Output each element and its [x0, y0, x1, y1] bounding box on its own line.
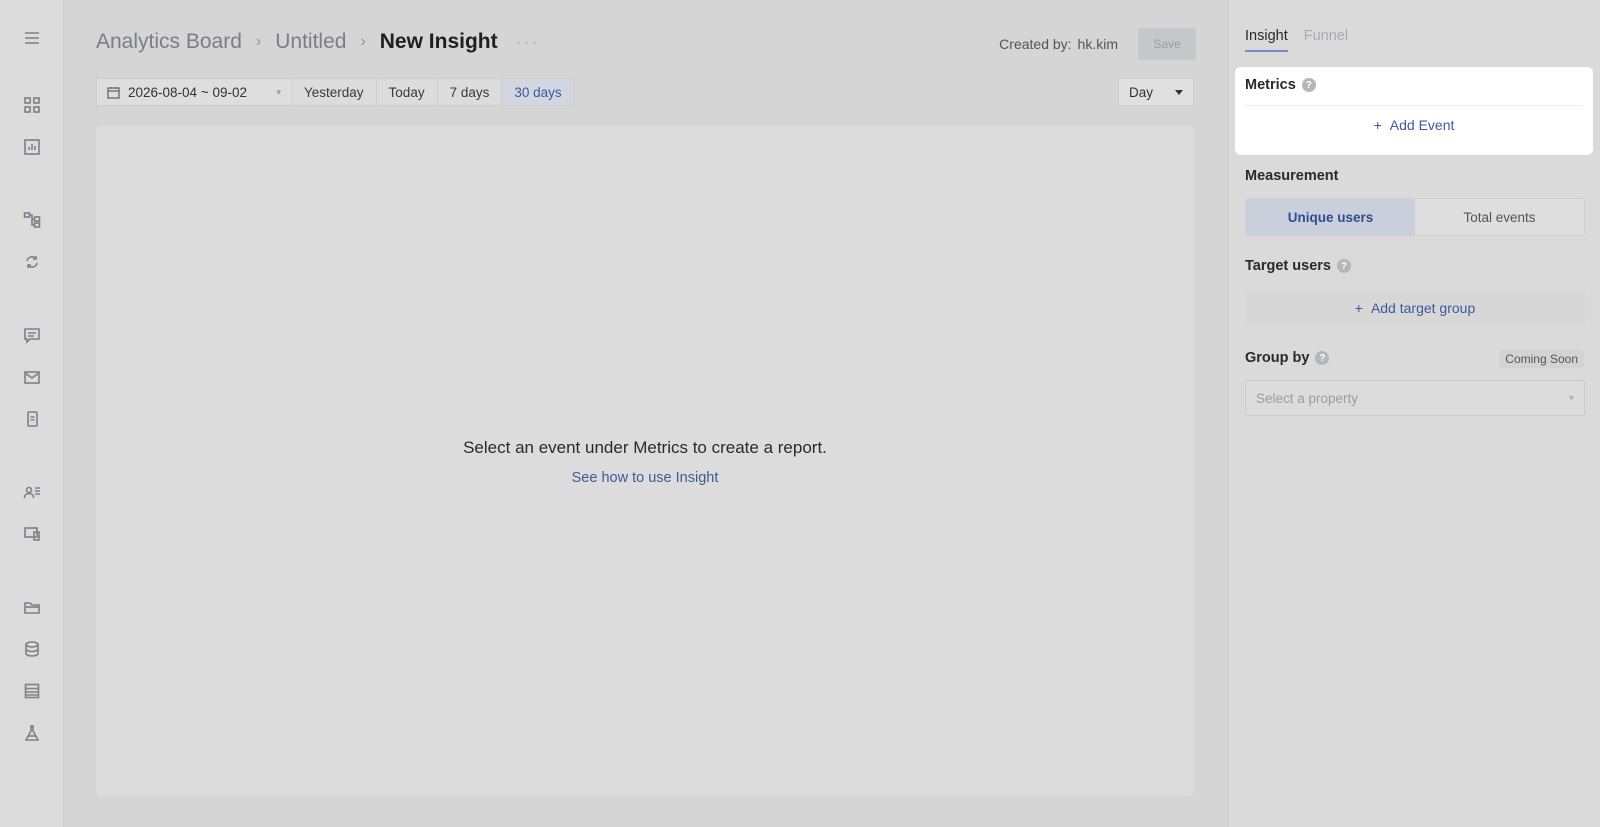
- target-users-title: Target users ?: [1245, 258, 1351, 274]
- total-events-option[interactable]: Total events: [1415, 199, 1584, 235]
- help-link[interactable]: See how to use Insight: [96, 470, 1194, 486]
- device-icon[interactable]: [20, 522, 44, 546]
- select-property-placeholder: Select a property: [1256, 390, 1359, 406]
- dashboard-icon[interactable]: [20, 93, 44, 117]
- report-canvas: Select an event under Metrics to create …: [96, 126, 1194, 796]
- main-area: Analytics Board › Untitled › New Insight…: [64, 0, 1228, 827]
- mail-icon[interactable]: [20, 365, 44, 389]
- table-icon[interactable]: [20, 679, 44, 703]
- granularity-select[interactable]: Day: [1118, 78, 1194, 106]
- icon-rail: [0, 0, 64, 827]
- save-button[interactable]: Save: [1138, 28, 1196, 60]
- metrics-title: Metrics ?: [1245, 77, 1316, 93]
- date-range-picker[interactable]: 2026-08-04 ~ 09-02 ▾: [96, 78, 292, 106]
- help-icon[interactable]: ?: [1336, 259, 1351, 273]
- created-by-user: hk.kim: [1077, 36, 1118, 52]
- tab-funnel[interactable]: Funnel: [1304, 28, 1348, 52]
- plus-icon: +: [1373, 117, 1382, 133]
- measurement-toggle: Unique users Total events: [1245, 198, 1585, 236]
- settings-panel: Insight Funnel Metrics ? + Add Event Meas…: [1228, 0, 1600, 827]
- message-icon[interactable]: [20, 323, 44, 347]
- chevron-right-icon: ›: [360, 33, 366, 50]
- empty-state-message: Select an event under Metrics to create …: [463, 438, 827, 457]
- target-users-title-text: Target users: [1245, 258, 1331, 274]
- created-by-label: Created by:: [999, 36, 1072, 52]
- help-icon[interactable]: ?: [1315, 351, 1330, 365]
- add-target-group-label: Add target group: [1370, 300, 1476, 316]
- page-title[interactable]: New Insight: [380, 30, 498, 54]
- granularity-value: Day: [1129, 84, 1154, 100]
- date-toolbar: 2026-08-04 ~ 09-02 ▾ Yesterday Today 7 d…: [96, 78, 575, 106]
- quick-7days-button[interactable]: 7 days: [437, 78, 503, 106]
- quick-today-button[interactable]: Today: [376, 78, 438, 106]
- help-icon[interactable]: ?: [1301, 78, 1316, 92]
- flask-icon[interactable]: [20, 721, 44, 745]
- panel-tabs: Insight Funnel: [1245, 28, 1348, 52]
- breadcrumb: Analytics Board › Untitled › New Insight…: [96, 30, 540, 54]
- breadcrumb-analytics-board[interactable]: Analytics Board: [96, 30, 242, 54]
- caret-down-icon: ▾: [1568, 392, 1574, 404]
- tab-insight[interactable]: Insight: [1245, 28, 1288, 52]
- refresh-icon[interactable]: [20, 250, 44, 274]
- caret-down-icon: ▾: [276, 86, 281, 97]
- quick-yesterday-button[interactable]: Yesterday: [292, 78, 377, 106]
- user-list-icon[interactable]: [20, 480, 44, 504]
- chevron-right-icon: ›: [255, 33, 262, 50]
- breadcrumb-untitled[interactable]: Untitled: [275, 30, 346, 54]
- add-event-button[interactable]: + Add Event: [1235, 117, 1593, 133]
- metrics-card: Metrics ? + Add Event: [1235, 67, 1593, 155]
- coming-soon-badge: Coming Soon: [1499, 350, 1584, 368]
- quick-30days-button[interactable]: 30 days: [502, 78, 575, 106]
- created-by: Created by: hk.kim: [999, 36, 1118, 52]
- measurement-title: Measurement: [1245, 168, 1339, 184]
- group-by-title: Group by ?: [1245, 350, 1330, 366]
- mobile-icon[interactable]: [20, 407, 44, 431]
- plus-icon: +: [1354, 300, 1363, 316]
- add-target-group-button[interactable]: + Add target group: [1245, 290, 1585, 326]
- calendar-icon: [107, 86, 120, 99]
- add-event-label: Add Event: [1389, 117, 1455, 133]
- more-icon[interactable]: ···: [516, 32, 540, 53]
- metrics-title-text: Metrics: [1245, 77, 1296, 93]
- database-icon[interactable]: [20, 637, 44, 661]
- unique-users-option[interactable]: Unique users: [1246, 199, 1415, 235]
- chart-icon[interactable]: [20, 135, 44, 159]
- caret-down-icon: [1175, 89, 1183, 95]
- folder-icon[interactable]: [20, 595, 44, 619]
- flow-icon[interactable]: [20, 208, 44, 232]
- date-range-value: 2026-08-04 ~ 09-02: [128, 84, 247, 100]
- select-property-dropdown[interactable]: Select a property ▾: [1245, 380, 1585, 416]
- menu-icon[interactable]: [20, 26, 44, 50]
- group-by-title-text: Group by: [1245, 350, 1310, 366]
- divider: [1245, 105, 1583, 106]
